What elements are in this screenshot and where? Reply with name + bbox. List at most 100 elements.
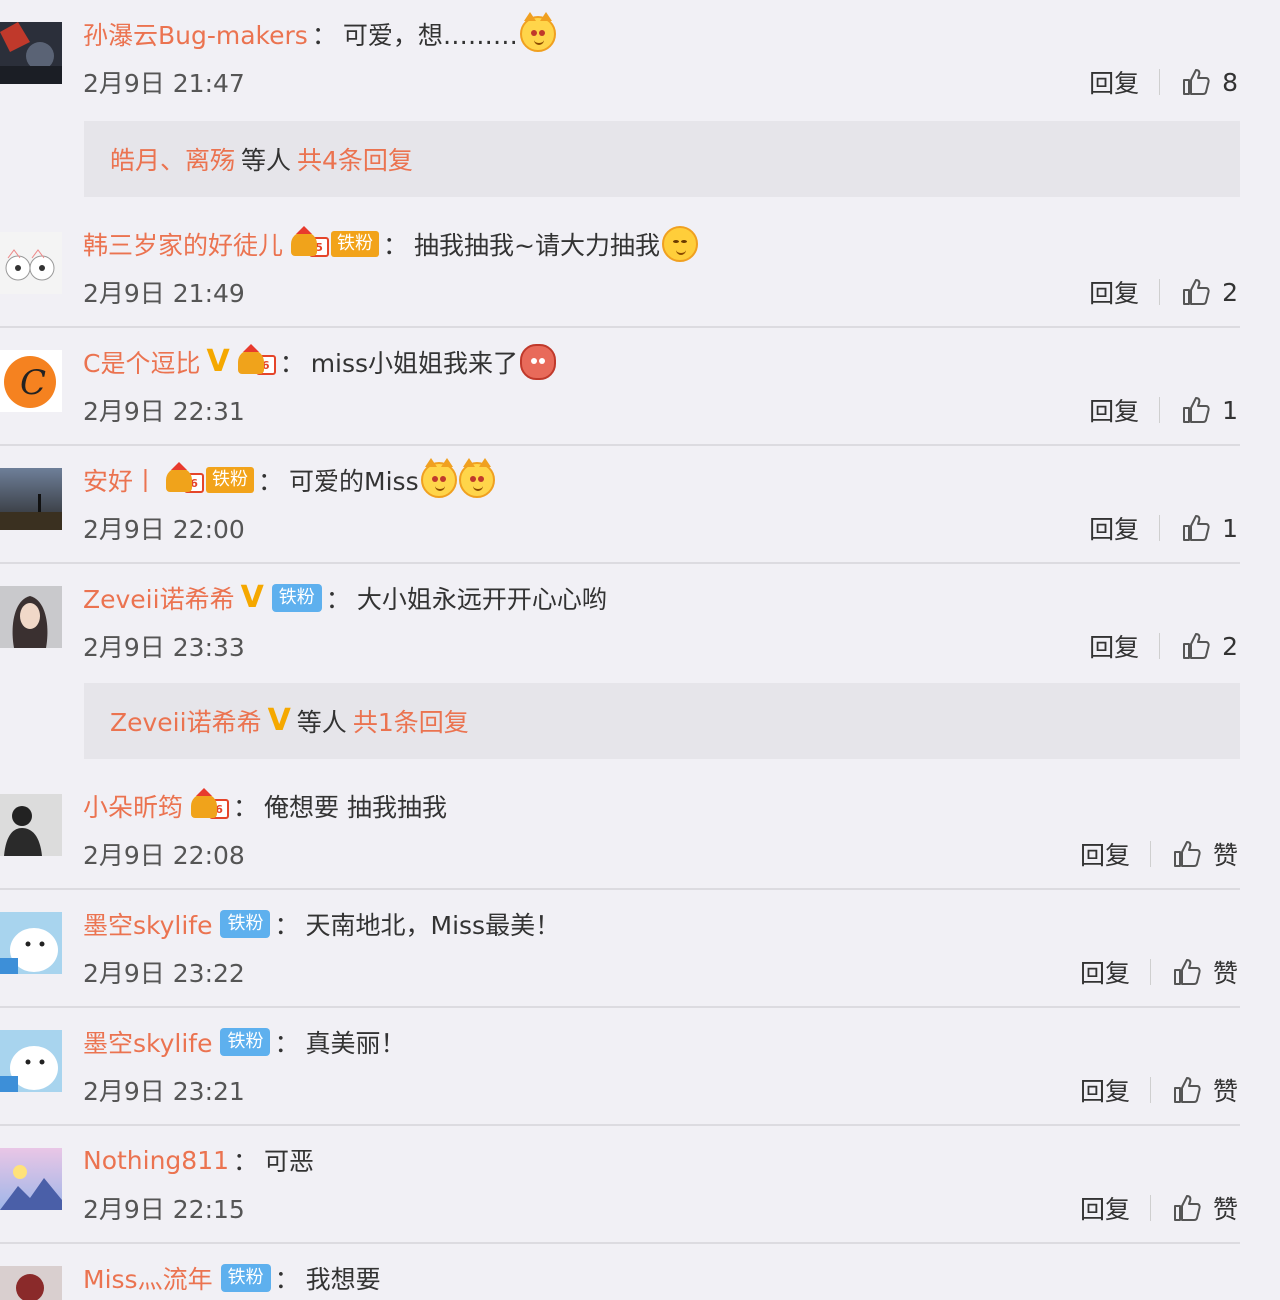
comment-text: 俺想要 抽我抽我 [264, 793, 447, 822]
username[interactable]: Miss灬流年 [83, 1260, 213, 1296]
comment-text: 真美丽！ [305, 1029, 406, 1058]
like-button[interactable]: 2 [1180, 276, 1238, 308]
timestamp: 2月9日 21:47 [83, 69, 245, 98]
avatar[interactable] [0, 1030, 62, 1092]
like-button[interactable]: 1 [1180, 512, 1238, 544]
divider [1159, 397, 1161, 423]
comment-item: 孙瀑云Bug-makers ： 可爱，想……… 2月9日 21:47 回复 8 [0, 12, 1280, 112]
summary-and-others: 等人 [296, 708, 347, 737]
username[interactable]: 墨空skylife [83, 1024, 212, 1060]
summary-count-link[interactable]: 共4条回复 [297, 141, 413, 177]
timestamp: 2月9日 22:31 [83, 397, 245, 426]
thumbs-up-icon [1173, 841, 1201, 867]
like-count: 2 [1222, 277, 1238, 307]
like-button[interactable]: 2 [1180, 630, 1238, 662]
avatar[interactable] [0, 912, 62, 974]
username[interactable]: 墨空skylife [83, 906, 212, 942]
crown-icon: 6 [191, 788, 230, 819]
fan-badge: 铁粉 [220, 1264, 271, 1292]
crown-icon: 6 [166, 462, 205, 493]
reply-button[interactable]: 回复 [1089, 510, 1139, 546]
colon: ： [258, 467, 284, 496]
timestamp: 2月9日 22:00 [83, 515, 245, 544]
thumbs-up-icon [1173, 1077, 1201, 1103]
username[interactable]: 安好丨 [83, 462, 158, 498]
summary-names[interactable]: Zeveii诺希希 [110, 703, 262, 739]
smile-emoji-icon [661, 226, 698, 262]
timestamp: 2月9日 22:15 [83, 1195, 245, 1224]
like-label: 赞 [1212, 1077, 1238, 1106]
colon: ： [233, 1147, 259, 1176]
comment-item: 墨空skylife 铁粉 ： 天南地北，Miss最美！ 2月9日 23:22 回… [0, 902, 1280, 1002]
thumbs-up-icon [1183, 69, 1210, 95]
colon: ： [274, 1029, 300, 1058]
username[interactable]: C是个逗比 [83, 344, 200, 380]
reply-button[interactable]: 回复 [1080, 1072, 1130, 1108]
avatar[interactable] [0, 468, 62, 530]
divider [0, 1006, 1240, 1008]
cat-face-emoji-icon [420, 458, 457, 498]
avatar[interactable] [0, 794, 62, 856]
colon: ： [274, 1265, 300, 1294]
avatar[interactable] [0, 22, 62, 84]
reply-button[interactable]: 回复 [1080, 1190, 1130, 1226]
comment-text: 大小姐永远开开心心哟 [356, 585, 607, 614]
reply-summary[interactable]: 皓月、离殇 等人 共4条回复 [84, 121, 1240, 197]
reply-button[interactable]: 回复 [1089, 274, 1139, 310]
reply-button[interactable]: 回复 [1089, 64, 1139, 100]
comment-item: 墨空skylife 铁粉 ： 真美丽！ 2月9日 23:21 回复 赞 [0, 1020, 1280, 1120]
thumbs-up-icon [1183, 279, 1210, 305]
comment-text: 天南地北，Miss最美！ [305, 911, 561, 940]
avatar[interactable] [0, 586, 62, 648]
fan-badge: 铁粉 [220, 910, 271, 938]
divider [0, 326, 1240, 328]
reply-summary[interactable]: Zeveii诺希希 V 等人 共1条回复 [84, 683, 1240, 759]
verified-v-icon: V [206, 344, 230, 379]
avatar[interactable] [0, 1266, 62, 1300]
comment-item: Miss灬流年 铁粉 ： 我想要 [0, 1256, 1280, 1300]
reply-button[interactable]: 回复 [1089, 392, 1139, 428]
summary-and-others: 等人 [241, 146, 292, 175]
avatar[interactable] [0, 1148, 62, 1210]
face-emoji-icon [520, 344, 557, 380]
like-button[interactable]: 1 [1180, 394, 1238, 426]
avatar[interactable]: C [0, 350, 62, 412]
fan-badge: 铁粉 [220, 1028, 271, 1056]
username[interactable]: 韩三岁家的好徒儿 [83, 226, 283, 262]
crown-icon: 5 [291, 226, 330, 257]
thumbs-up-icon [1183, 633, 1210, 659]
like-button[interactable]: 赞 [1171, 836, 1238, 872]
reply-button[interactable]: 回复 [1080, 954, 1130, 990]
avatar[interactable] [0, 232, 62, 294]
summary-names[interactable]: 皓月、离殇 [110, 141, 235, 177]
like-button[interactable]: 赞 [1171, 954, 1238, 990]
username[interactable]: 孙瀑云Bug-makers [83, 16, 308, 52]
like-label: 赞 [1212, 1195, 1238, 1224]
comment-item: Zeveii诺希希 V 铁粉 ： 大小姐永远开开心心哟 2月9日 23:33 回… [0, 576, 1280, 676]
username[interactable]: 小朵昕筠 [83, 788, 183, 824]
colon: ： [233, 793, 259, 822]
comment-item: Nothing811 ： 可恶 2月9日 22:15 回复 赞 [0, 1138, 1280, 1238]
like-button[interactable]: 赞 [1171, 1190, 1238, 1226]
colon: ： [274, 911, 300, 940]
username[interactable]: Zeveii诺希希 [83, 580, 235, 616]
comment-item: 韩三岁家的好徒儿 5 铁粉 ： 抽我抽我~请大力抽我 2月9日 21:49 回复… [0, 222, 1280, 322]
comment-text: miss小姐姐我来了 [310, 349, 519, 378]
like-button[interactable]: 赞 [1171, 1072, 1238, 1108]
comment-item: 安好丨 6 铁粉 ： 可爱的Miss 2月9日 22:00 回复 1 [0, 458, 1280, 558]
divider [0, 444, 1240, 446]
username[interactable]: Nothing811 [83, 1146, 229, 1175]
reply-button[interactable]: 回复 [1080, 836, 1130, 872]
timestamp: 2月9日 23:21 [83, 1077, 245, 1106]
divider [1149, 1077, 1151, 1103]
like-button[interactable]: 8 [1180, 66, 1238, 98]
divider [0, 888, 1240, 890]
divider [1159, 69, 1161, 95]
summary-count-link[interactable]: 共1条回复 [353, 703, 469, 739]
reply-button[interactable]: 回复 [1089, 628, 1139, 664]
colon: ： [311, 21, 337, 50]
thumbs-up-icon [1173, 1195, 1201, 1221]
colon: ： [383, 231, 409, 260]
thumbs-up-icon [1183, 515, 1210, 541]
verified-v-icon: V [240, 580, 264, 615]
